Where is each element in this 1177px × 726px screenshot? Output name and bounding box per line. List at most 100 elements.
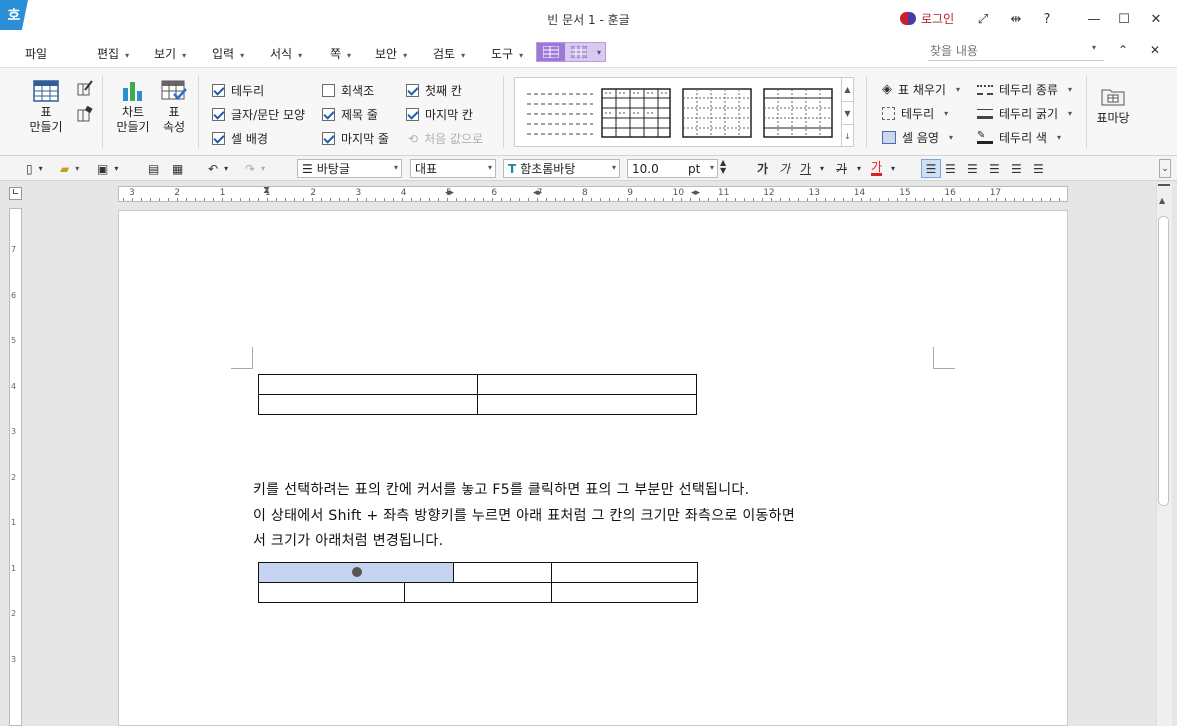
table-fill-button[interactable]: ◈ 표 채우기 ▾ [882,81,960,98]
indent-marker-icon[interactable]: ⧗ [263,185,270,196]
italic-button[interactable]: 가 [779,159,790,178]
close-button[interactable]: ✕ [1144,8,1168,30]
close-document-icon[interactable]: ✕ [1150,43,1160,57]
redo-icon[interactable]: ↷ ▾ [245,159,265,178]
align-left-icon[interactable]: ☰ [945,159,956,178]
selected-table-cell[interactable] [257,562,455,583]
table-cell[interactable] [258,394,478,415]
menu-format[interactable]: 서식 ▾ [270,45,302,62]
table-cell[interactable] [550,562,699,583]
search-input[interactable] [928,41,1104,61]
gallery-scroll-up-icon[interactable]: ▲ [841,78,853,101]
toolbar-expand-icon[interactable]: ⌄ [1159,159,1171,178]
table-cell[interactable] [257,582,406,603]
search-dropdown-icon[interactable]: ▾ [1092,43,1096,52]
minimize-button[interactable]: — [1082,8,1106,30]
align-justify-icon[interactable]: ☰ [921,159,941,178]
reset-style-button[interactable]: ⟲ 처음 값으로 [408,130,483,147]
bold-button[interactable]: 가 [757,159,768,178]
login-button[interactable]: 로그인 [900,10,954,27]
chevron-down-icon[interactable]: ▾ [891,159,895,178]
column-marker-icon[interactable]: ◂▸ [445,188,454,198]
table-cell[interactable] [404,582,552,603]
checkbox-char-para-shape[interactable]: 글자/문단 모양 [212,106,305,123]
menu-view[interactable]: 보기 ▾ [154,45,186,62]
table-create-button[interactable]: 표 만들기 [23,80,69,135]
checkbox-last-row[interactable]: 마지막 줄 [322,130,389,147]
document-paragraph-line[interactable]: 키를 선택하려는 표의 칸에 커서를 놓고 F5를 클릭하면 표의 그 부분만 … [253,479,749,499]
draw-table-icon[interactable] [77,80,93,99]
menu-file[interactable]: 파일 [25,45,47,62]
checkbox-first-column[interactable]: 첫째 칸 [406,82,462,99]
erase-table-icon[interactable] [77,105,93,125]
border-button[interactable]: 테두리 ▾ [882,105,948,122]
new-document-icon[interactable]: ▯ ▾ [26,159,43,178]
menu-edit[interactable]: 편집 ▾ [97,45,129,62]
table-style-gallery[interactable]: ▲ ▼ ↓ [514,77,854,147]
checkbox-header-row[interactable]: 제목 줄 [322,106,378,123]
align-center-icon[interactable]: ☰ [967,159,978,178]
print-preview-icon[interactable]: ▦ [172,159,183,178]
open-folder-icon[interactable]: ▰ ▾ [60,159,79,178]
font-color-button[interactable]: 가 [871,159,883,176]
chart-create-button[interactable]: 차트 만들기 [113,80,153,135]
document-table-top[interactable] [258,374,697,415]
collapse-ribbon-icon[interactable]: ⌃ [1118,43,1128,57]
document-paragraph-line[interactable]: 서 크기가 아래처럼 변경됩니다. [253,530,443,550]
checkbox-cell-background[interactable]: 셀 배경 [212,130,268,147]
table-style-dotted-grid-icon[interactable] [682,88,752,138]
menu-insert[interactable]: 입력 ▾ [212,45,244,62]
menu-tools[interactable]: 도구 ▾ [491,45,523,62]
horizontal-ruler[interactable]: 3 2 1 1 2 3 4 5 6 7 8 9 10 11 12 13 14 15 16 17 [118,186,1068,202]
save-icon[interactable]: ▣ ▾ [97,159,118,178]
column-marker-icon[interactable]: ◂▸ [691,188,700,198]
vertical-ruler[interactable]: 7 6 5 4 3 2 1 1 2 3 [9,208,22,726]
checkbox-grayscale[interactable]: 회색조 [322,82,374,99]
table-cell[interactable] [258,374,478,395]
table-style-outline-icon[interactable] [763,88,833,138]
table-cell[interactable] [477,374,697,395]
checkbox-border[interactable]: 테두리 [212,82,264,99]
undo-icon[interactable]: ↶ ▾ [208,159,228,178]
chevron-down-icon[interactable]: ▾ [820,159,824,178]
border-style-button[interactable]: 테두리 종류 ▾ [977,81,1072,98]
table-cell[interactable] [550,582,699,603]
cell-shade-button[interactable]: 셀 음영 ▾ [882,129,953,146]
help-button[interactable]: ? [1035,8,1059,30]
font-size-stepper[interactable]: ▲ ▼ [720,159,726,178]
table-madang-button[interactable]: 표마당 [1094,86,1132,126]
menu-security[interactable]: 보안 ▾ [375,45,407,62]
underline-button[interactable]: 가 [800,159,811,178]
table-style-grid-icon[interactable] [601,88,671,138]
scroll-up-icon[interactable]: ▲ [1159,196,1165,205]
table-style-plain-icon[interactable] [525,88,595,138]
maximize-button[interactable]: ☐ [1112,8,1136,30]
document-table-bottom[interactable] [257,562,699,603]
font-select[interactable]: T 함초롬바탕 ▾ [503,159,620,178]
align-split-icon[interactable]: ☰ [1033,159,1044,178]
split-handle-icon[interactable] [1158,184,1170,190]
document-paragraph-line[interactable]: 이 상태에서 Shift + 좌측 방향키를 누르면 아래 표처럼 그 칸의 크… [253,505,795,525]
strikethrough-button[interactable]: 가 [836,159,847,178]
paragraph-style-select[interactable]: ☰ 바탕글 ▾ [297,159,402,178]
menu-review[interactable]: 검토 ▾ [433,45,465,62]
fullscreen-icon[interactable]: ⤢ [971,8,995,30]
align-right-icon[interactable]: ☰ [989,159,1000,178]
chevron-down-icon[interactable]: ▾ [857,159,861,178]
gallery-expand-icon[interactable]: ↓ [841,124,853,147]
scrollbar-thumb[interactable] [1158,216,1169,506]
column-marker-icon[interactable]: ◂▸ [533,188,542,198]
table-design-tab[interactable]: ▾ [536,42,606,62]
gallery-scroll-down-icon[interactable]: ▼ [841,101,853,124]
font-size-select[interactable]: 10.0 pt ▾ [627,159,718,178]
language-select[interactable]: 대표 ▾ [410,159,496,178]
table-cell[interactable] [477,394,697,415]
align-distribute-icon[interactable]: ☰ [1011,159,1022,178]
border-weight-button[interactable]: 테두리 굵기 ▾ [977,105,1072,122]
tab-type-icon[interactable]: ∟ [9,187,22,200]
border-color-button[interactable]: ✎ 테두리 색 ▾ [977,129,1061,146]
menu-page[interactable]: 쪽 ▾ [330,45,351,62]
print-icon[interactable]: ▤ [148,159,159,178]
stepper-down-icon[interactable]: ▼ [720,167,726,175]
split-view-icon[interactable]: ⇹ [1004,8,1028,30]
